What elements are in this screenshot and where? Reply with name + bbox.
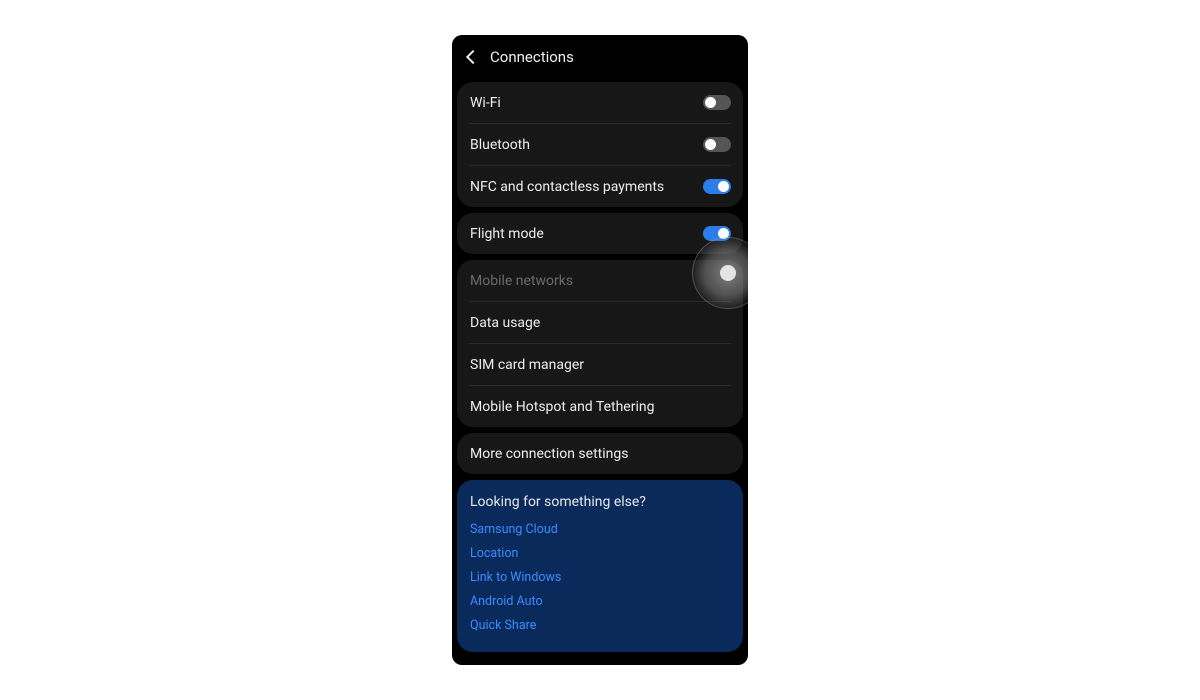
help-link-android-auto[interactable]: Android Auto (470, 594, 730, 609)
page-title: Connections (490, 48, 574, 66)
row-wifi[interactable]: Wi-Fi (457, 82, 743, 123)
row-label: SIM card manager (470, 357, 584, 373)
header: Connections (452, 35, 748, 78)
row-label: Wi-Fi (470, 95, 501, 111)
row-label: Data usage (470, 315, 540, 331)
row-sim-card-manager[interactable]: SIM card manager (457, 344, 743, 385)
help-card: Looking for something else? Samsung Clou… (457, 480, 743, 652)
wifi-toggle[interactable] (703, 95, 731, 110)
row-bluetooth[interactable]: Bluetooth (457, 124, 743, 165)
help-title: Looking for something else? (470, 494, 730, 510)
settings-group: Wi-Fi Bluetooth NFC and contactless paym… (457, 82, 743, 207)
row-label: Mobile Hotspot and Tethering (470, 399, 654, 415)
flight-mode-toggle[interactable] (703, 226, 731, 241)
phone-frame: Connections Wi-Fi Bluetooth NFC and cont… (452, 35, 748, 665)
bluetooth-toggle[interactable] (703, 137, 731, 152)
back-button[interactable] (468, 52, 478, 62)
row-label: Bluetooth (470, 137, 530, 153)
help-link-samsung-cloud[interactable]: Samsung Cloud (470, 522, 730, 537)
settings-group: Mobile networks Data usage SIM card mana… (457, 260, 743, 427)
row-label: More connection settings (470, 446, 628, 462)
help-link-link-to-windows[interactable]: Link to Windows (470, 570, 730, 585)
chevron-left-icon (466, 50, 480, 64)
row-nfc[interactable]: NFC and contactless payments (457, 166, 743, 207)
settings-group: Flight mode (457, 213, 743, 254)
settings-group: More connection settings (457, 433, 743, 474)
row-flight-mode[interactable]: Flight mode (457, 213, 743, 254)
help-link-location[interactable]: Location (470, 546, 730, 561)
row-label: Mobile networks (470, 273, 573, 289)
row-mobile-networks: Mobile networks (457, 260, 743, 301)
row-data-usage[interactable]: Data usage (457, 302, 743, 343)
help-link-quick-share[interactable]: Quick Share (470, 618, 730, 633)
row-more-connection-settings[interactable]: More connection settings (457, 433, 743, 474)
row-label: NFC and contactless payments (470, 179, 664, 195)
row-label: Flight mode (470, 226, 544, 242)
row-hotspot-tethering[interactable]: Mobile Hotspot and Tethering (457, 386, 743, 427)
nfc-toggle[interactable] (703, 179, 731, 194)
